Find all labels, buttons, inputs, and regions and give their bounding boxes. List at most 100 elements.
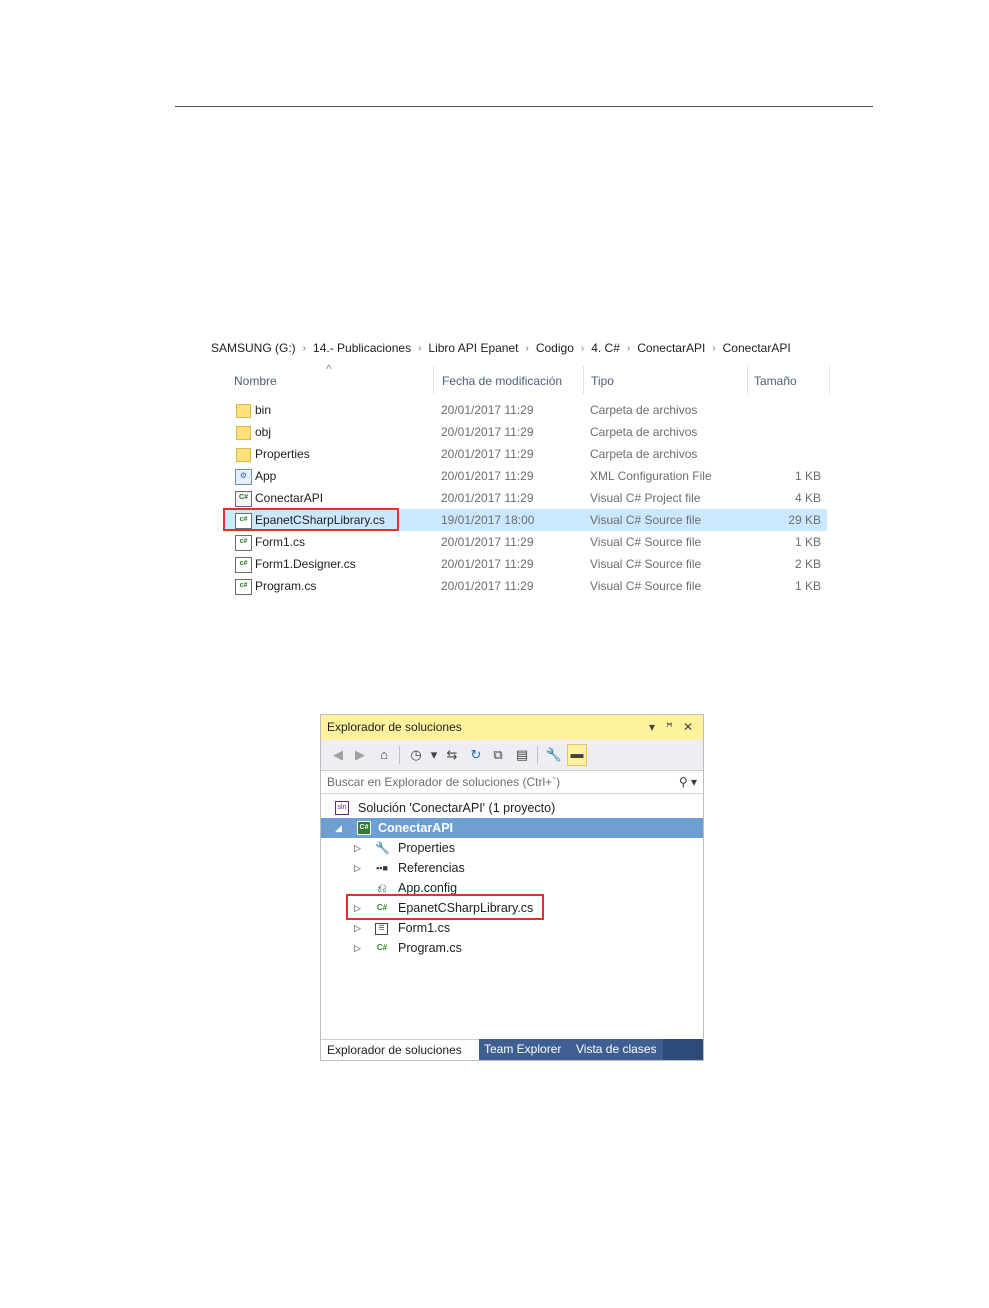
file-date: 20/01/2017 11:29 [441,557,534,571]
file-type: Carpeta de archivos [590,425,698,439]
solution-icon: sln [335,801,349,815]
dropdown-arrow-icon[interactable]: ▾ [649,715,655,740]
column-headers: ^ Nombre Fecha de modificación Tipo Tama… [211,362,841,396]
toolbar-separator [399,746,400,764]
solution-tree: sln Solución 'ConectarAPI' (1 proyecto) … [321,798,703,958]
collapsed-arrow-icon[interactable]: ▷ [354,918,361,938]
file-name: bin [255,403,272,417]
panel-title-bar: Explorador de soluciones ▾ ꟸ ✕ [321,715,703,740]
forward-icon[interactable]: ▶ [351,746,369,764]
collapse-all-icon[interactable]: ⧉ [489,746,507,764]
panel-tab-strip: Explorador de soluciones Team Explorer V… [321,1039,703,1060]
back-icon[interactable]: ◀ [329,746,347,764]
collapsed-arrow-icon[interactable]: ▷ [354,938,361,958]
wrench-icon[interactable]: 🔧 [545,746,563,764]
tab-vista-clases[interactable]: Vista de clases [571,1039,663,1060]
collapsed-arrow-icon[interactable]: ▷ [354,838,361,858]
csharp-file-icon: c# [235,535,252,551]
close-icon[interactable]: ✕ [683,715,693,740]
file-row-conectarapi[interactable]: C# ConectarAPI 20/01/2017 11:29 Visual C… [223,487,827,509]
csharp-file-icon: C# [376,943,388,952]
breadcrumb-conectarapi-current[interactable]: ConectarAPI [723,341,791,355]
column-date[interactable]: Fecha de modificación [442,374,562,388]
search-box[interactable]: Buscar en Explorador de soluciones (Ctrl… [321,770,703,794]
breadcrumb-chevron-icon: › [525,342,529,354]
file-row-form1[interactable]: c# Form1.cs 20/01/2017 11:29 Visual C# S… [223,531,827,553]
file-row-form1-designer[interactable]: c# Form1.Designer.cs 20/01/2017 11:29 Vi… [223,553,827,575]
file-row-properties[interactable]: Properties 20/01/2017 11:29 Carpeta de a… [223,443,827,465]
file-type: Visual C# Source file [590,557,702,571]
dropdown-arrow-icon[interactable]: ▾ [425,746,443,764]
collapsed-arrow-icon[interactable]: ▷ [354,858,361,878]
config-file-icon: ⚙ [235,469,252,485]
page-rule [175,106,873,107]
file-size: 1 KB [794,535,821,549]
file-size: 1 KB [794,469,821,483]
column-size[interactable]: Tamaño [754,374,797,388]
tree-item-properties[interactable]: ▷ 🔧 Properties [321,838,703,858]
search-icon[interactable]: ⚲ ▾ [679,771,697,794]
expanded-arrow-icon[interactable]: ◢ [335,818,342,838]
breadcrumb: SAMSUNG (G:) › 14.- Publicaciones › Libr… [211,338,791,358]
breadcrumb-publicaciones[interactable]: 14.- Publicaciones [313,341,411,355]
pending-changes-filter-icon[interactable]: ◷ [407,746,425,764]
column-divider[interactable] [433,366,434,394]
file-date: 20/01/2017 11:29 [441,425,534,439]
file-date: 20/01/2017 11:29 [441,403,534,417]
solution-explorer-panel: Explorador de soluciones ▾ ꟸ ✕ ◀ ▶ ⌂ ◷ ▾… [320,714,704,1061]
highlight-box-solution [346,894,544,920]
pin-icon[interactable]: ꟸ [666,715,673,740]
breadcrumb-libro[interactable]: Libro API Epanet [428,341,518,355]
tree-item-label: Properties [398,841,455,855]
file-type: Visual C# Project file [590,491,701,505]
breadcrumb-drive[interactable]: SAMSUNG (G:) [211,341,296,355]
column-divider[interactable] [583,366,584,394]
file-name: Form1.Designer.cs [255,557,356,571]
file-row-obj[interactable]: obj 20/01/2017 11:29 Carpeta de archivos [223,421,827,443]
file-type: XML Configuration File [590,469,712,483]
file-row-program[interactable]: c# Program.cs 20/01/2017 11:29 Visual C#… [223,575,827,597]
tab-explorador-soluciones[interactable]: Explorador de soluciones [321,1039,479,1060]
file-type: Visual C# Source file [590,579,702,593]
column-divider[interactable] [747,366,748,394]
tree-item-program[interactable]: ▷ C# Program.cs [321,938,703,958]
config-file-icon: ⎌ [377,881,387,895]
column-type[interactable]: Tipo [591,374,614,388]
file-name: obj [255,425,272,439]
file-type: Carpeta de archivos [590,403,698,417]
breadcrumb-codigo[interactable]: Codigo [536,341,574,355]
refresh-icon[interactable]: ↻ [467,746,485,764]
file-size: 29 KB [788,513,821,527]
tree-item-label: Form1.cs [398,921,451,935]
form-icon: ☰ [375,923,388,935]
tree-item-references[interactable]: ▷ ▪▪■ Referencias [321,858,703,878]
tree-item-form1[interactable]: ▷ ☰ Form1.cs [321,918,703,938]
file-date: 20/01/2017 11:29 [441,491,534,505]
home-icon[interactable]: ⌂ [375,746,393,764]
search-input[interactable]: Buscar en Explorador de soluciones (Ctrl… [327,771,560,794]
show-all-files-icon[interactable]: ▤ [513,746,531,764]
tree-item-label: Solución 'ConectarAPI' (1 proyecto) [358,801,556,815]
file-list: bin 20/01/2017 11:29 Carpeta de archivos… [223,399,827,597]
csharp-project-icon: C# [357,821,371,835]
file-size: 2 KB [794,557,821,571]
breadcrumb-chevron-icon: › [418,342,422,354]
tree-item-project[interactable]: ◢ C# ConectarAPI [321,818,703,838]
file-explorer: SAMSUNG (G:) › 14.- Publicaciones › Libr… [211,338,841,600]
breadcrumb-chevron-icon: › [712,342,716,354]
preview-selected-icon[interactable]: ▬ [567,744,587,766]
tree-item-solution[interactable]: sln Solución 'ConectarAPI' (1 proyecto) [321,798,703,818]
column-divider[interactable] [829,366,830,394]
sort-ascending-icon: ^ [326,362,332,376]
sync-icon[interactable]: ⇆ [443,746,461,764]
column-name[interactable]: Nombre [234,374,277,388]
folder-icon [236,426,251,440]
breadcrumb-csharp[interactable]: 4. C# [591,341,620,355]
tab-team-explorer[interactable]: Team Explorer [479,1039,571,1060]
panel-toolbar: ◀ ▶ ⌂ ◷ ▾ ⇆ ↻ ⧉ ▤ 🔧 ▬ [321,740,703,770]
breadcrumb-conectarapi[interactable]: ConectarAPI [637,341,705,355]
file-row-bin[interactable]: bin 20/01/2017 11:29 Carpeta de archivos [223,399,827,421]
file-name: Program.cs [255,579,317,593]
file-row-app[interactable]: ⚙ App 20/01/2017 11:29 XML Configuration… [223,465,827,487]
file-size: 1 KB [794,579,821,593]
